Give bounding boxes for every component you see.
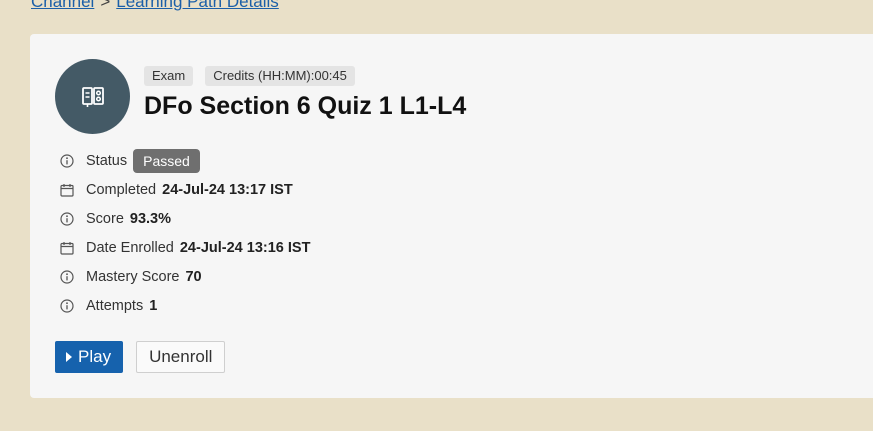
info-icon bbox=[59, 153, 75, 169]
course-avatar bbox=[55, 59, 130, 134]
detail-label: Status bbox=[86, 152, 128, 169]
course-tags: Exam Credits (HH:MM):00:45 bbox=[144, 66, 355, 86]
calendar-icon bbox=[59, 240, 75, 256]
breadcrumb: Channel > Learning Path Details bbox=[31, 0, 279, 12]
breadcrumb-link-channel[interactable]: Channel bbox=[31, 0, 94, 11]
detail-value: 24-Jul-24 13:17 IST bbox=[162, 181, 293, 198]
info-icon bbox=[59, 269, 75, 285]
detail-value: 93.3% bbox=[129, 210, 172, 227]
info-icon bbox=[59, 298, 75, 314]
detail-status: Status Passed bbox=[59, 146, 310, 175]
detail-label: Date Enrolled bbox=[86, 239, 174, 256]
tag-credits: Credits (HH:MM):00:45 bbox=[205, 66, 355, 86]
unenroll-button[interactable]: Unenroll bbox=[136, 341, 226, 373]
detail-label: Attempts bbox=[86, 297, 144, 314]
detail-attempts: Attempts 1 bbox=[59, 291, 310, 320]
detail-score: Score 93.3% bbox=[59, 204, 310, 233]
tag-type: Exam bbox=[144, 66, 194, 86]
breadcrumb-link-learning-path-details[interactable]: Learning Path Details bbox=[116, 0, 279, 11]
calendar-icon bbox=[59, 182, 75, 198]
detail-mastery-score: Mastery Score 70 bbox=[59, 262, 310, 291]
detail-value: 24-Jul-24 13:16 IST bbox=[179, 239, 311, 256]
course-card: Exam Credits (HH:MM):00:45 DFo Section 6… bbox=[30, 34, 873, 398]
detail-label: Mastery Score bbox=[86, 268, 180, 285]
detail-value: 70 bbox=[185, 268, 202, 285]
detail-completed: Completed 24-Jul-24 13:17 IST bbox=[59, 175, 310, 204]
detail-label: Completed bbox=[86, 181, 157, 198]
course-details: Status Passed Completed 24-Jul-24 13:17 … bbox=[59, 146, 310, 320]
play-button[interactable]: Play bbox=[55, 341, 124, 373]
breadcrumb-separator: > bbox=[100, 0, 111, 11]
detail-label: Score bbox=[86, 210, 124, 227]
status-badge: Passed bbox=[133, 148, 200, 173]
exam-icon bbox=[81, 86, 104, 107]
play-icon bbox=[66, 352, 72, 362]
detail-value: 1 bbox=[149, 297, 158, 314]
detail-date-enrolled: Date Enrolled 24-Jul-24 13:16 IST bbox=[59, 233, 310, 262]
info-icon bbox=[59, 211, 75, 227]
course-title: DFo Section 6 Quiz 1 L1-L4 bbox=[144, 92, 467, 120]
course-actions: Play Unenroll bbox=[55, 341, 226, 373]
play-button-label: Play bbox=[78, 347, 112, 366]
